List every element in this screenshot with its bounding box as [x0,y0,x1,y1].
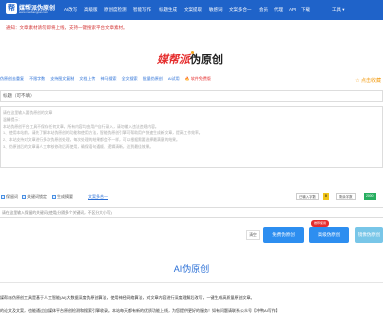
keyword-lock-label: 关键词锁定 [27,194,47,199]
textarea-placeholder-line: 请在这里输入要伪原创的文章 [3,111,53,115]
nav-originality-check[interactable]: 原创度检测 [104,7,127,13]
options-row: 保留词 关键词锁定 生成摘要 文案多合一 已输入字数 0 剩余字数 2000 [0,192,383,202]
textarea-placeholder-line: 2、本站支持对文章进行多次伪原创处理，每次处理的结果都会不一样，可以根据需要选择… [3,138,180,143]
intro-line: 媒帮派伪原创工具是基于人工智能(AI)大数据深度伪原创算法，使用神经网络算法，对… [0,295,255,300]
textarea-placeholder-line: 本站伪原创平台工具不保存任何文章，所有内容均由用户自行录入，请勿输入违法违规内容… [3,124,159,129]
favorite-link[interactable]: ☆ 点击收藏 [355,77,381,84]
top-nav: 帮 媒帮派伪原创 www.meibangpai.com AI改写 高级版 原创度… [0,0,383,20]
feature-bar: 伪原创去重复 不限字数 支持图文复制 文档上传 神马搜索 全文搜索 批量伪原创 … [0,76,215,85]
textarea-placeholder-line: 3、伪原创后的文章请人工审核修改后再使用，确保语句通顺、逻辑清晰，达到最佳效果。 [3,144,154,149]
intro-paragraph: 媒帮派伪原创工具是基于人工智能(AI)大数据深度伪原创算法，使用神经网络算法，对… [0,291,383,317]
action-buttons: 清空 免费伪原创 高级伪原创 推荐使用 镜像伪原创 [0,220,383,248]
textarea-placeholder-line: 温馨提示： [3,117,22,122]
nav-ai-rewrite[interactable]: AI改写 [64,7,77,13]
feature-item[interactable]: 支持图文复制 [50,76,74,81]
textarea-placeholder-line: 1、使用本站前，请先了解本站伪原创的功能和使用方法，智能伪原创引擎可帮助用户快速… [3,131,203,136]
checkbox-icon[interactable] [52,194,56,199]
keyword-input[interactable]: 请在这里输入保留的关键词(使用|分隔多个关键词，不区分大小写) [0,207,383,218]
nav-download[interactable]: 下载 [301,7,310,13]
nav-member[interactable]: 会员 [259,7,268,13]
input-count-value: 0 [323,193,329,200]
nav-api[interactable]: API [289,7,296,12]
checkbox-icon[interactable] [1,194,5,199]
nav-title-gen[interactable]: 标题生成 [159,7,177,13]
feature-item[interactable]: 文档上传 [79,76,95,81]
brand-red-text: 媒帮派 [157,54,190,66]
nav-all-in-one[interactable]: 文案多合一 [229,7,252,13]
clear-button[interactable]: 清空 [246,230,260,240]
generate-summary-label: 生成摘要 [57,194,73,199]
feature-item-free-software[interactable]: 🔥 软件免费版 [185,76,211,81]
feature-item[interactable]: 不限字数 [29,76,45,81]
recommend-badge: 推荐使用 [311,220,330,227]
feature-item[interactable]: 神马搜索 [101,76,117,81]
all-in-one-link[interactable]: 文案多合一 [88,194,108,200]
checkbox-icon[interactable] [22,194,26,199]
brand-name-text: 伪原创 [190,54,223,66]
free-rewrite-button[interactable]: 免费伪原创 [263,227,304,243]
feature-item[interactable]: AI试用 [168,76,180,81]
remaining-count-label: 剩余字数 [336,193,356,200]
feature-item[interactable]: 全文搜索 [122,76,138,81]
remaining-count-value: 2000 [364,193,376,200]
keep-words-option[interactable]: 保留词 [1,194,18,200]
generate-summary-option[interactable]: 生成摘要 [52,194,73,200]
logo-icon: 帮 [6,3,17,14]
article-textarea[interactable]: 请在这里输入要伪原创的文章 温馨提示： 本站伪原创平台工具不保存任何文章，所有内… [0,106,383,168]
input-count-label: 已输入字数 [296,193,319,200]
mirror-rewrite-button[interactable]: 镜像伪原创 [355,227,383,243]
nav-smart-writing[interactable]: 智能写作 [133,7,151,13]
feature-item[interactable]: 批量伪原创 [143,76,163,81]
logo-subtitle: www.meibangpai.com [19,10,49,14]
keep-words-label: 保留词 [6,194,18,199]
nav-tools-menu[interactable]: 工具 ▾ [332,7,345,13]
notice-text: 通知：文章素材请勿即将上线，支持一键搜索平台文章素材。 [6,25,128,30]
nav-advanced[interactable]: 高级版 [84,7,98,13]
advanced-rewrite-button[interactable]: 高级伪原创 [309,227,349,243]
title-input[interactable]: 标题（可不填） [0,90,383,102]
site-logo[interactable]: 帮 媒帮派伪原创 www.meibangpai.com [6,3,56,16]
keyword-lock-option[interactable]: 关键词锁定 [22,194,47,200]
feature-item[interactable]: 伪原创去重复 [0,76,24,81]
section-divider [0,282,383,283]
brand-dot-icon [191,51,194,54]
section-title: AI伪原创 [173,264,210,274]
intro-line: 的论文及文案，也能通过自媒体平台原创检测和搜索引擎收录。本站每天都有新的优质功能… [0,308,280,313]
brand-heading: 媒帮派伪原创 [157,51,223,67]
nav-agent[interactable]: 代理 [274,7,283,13]
nav-sensitive-words[interactable]: 敏感词 [209,7,223,13]
nav-text-extract[interactable]: 文案提取 [184,7,202,13]
